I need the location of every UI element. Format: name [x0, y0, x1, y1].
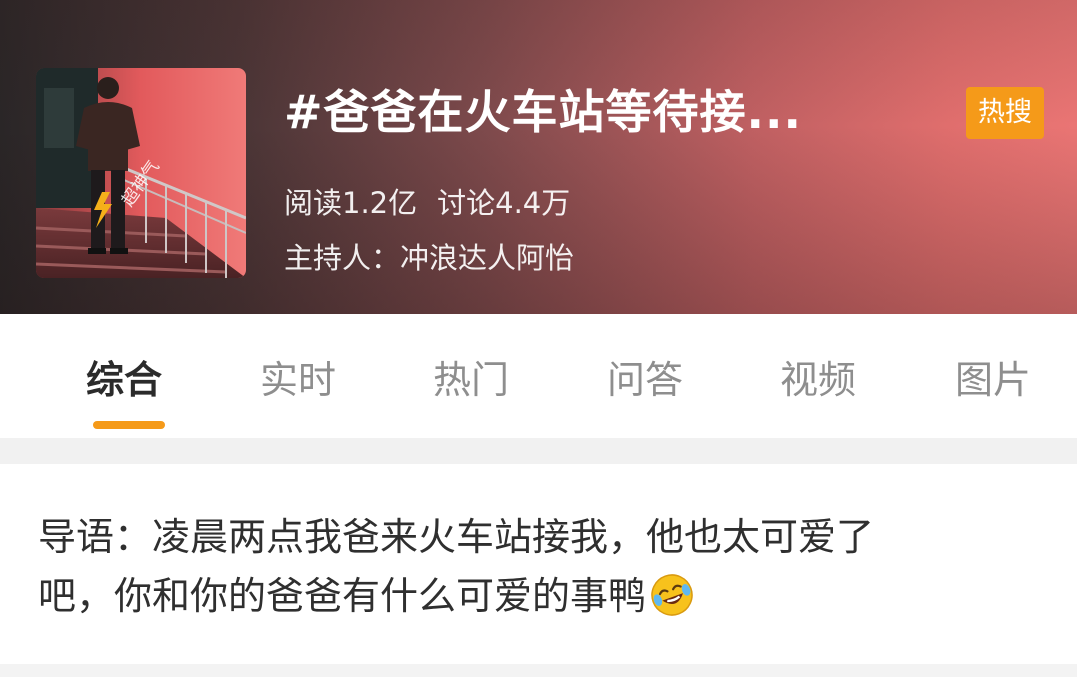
tab-popular[interactable]: 热门	[433, 354, 509, 406]
topic-header-banner: 超神气 #爸爸在火车站等待接... 热搜 阅读1.2亿 讨论4.4万 主持人：冲浪…	[0, 0, 1077, 314]
discussion-count: 讨论4.4万	[437, 186, 571, 220]
tab-video[interactable]: 视频	[780, 354, 856, 406]
topic-intro: 导语：凌晨两点我爸来火车站接我，他也太可爱了 吧，你和你的爸爸有什么可爱的事鸭	[38, 508, 1048, 626]
topic-title: #爸爸在火车站等待接...	[284, 85, 802, 139]
read-count: 阅读1.2亿	[284, 186, 418, 220]
topic-host[interactable]: 主持人：冲浪达人阿怡	[284, 237, 574, 279]
tab-bar: 综合 实时 热门 问答 视频 图片	[0, 314, 1077, 438]
intro-line-2-wrap: 吧，你和你的爸爸有什么可爱的事鸭	[38, 567, 1048, 626]
active-tab-indicator	[93, 421, 165, 429]
tab-qa[interactable]: 问答	[607, 354, 683, 406]
section-divider	[0, 438, 1077, 464]
topic-page: 超神气 #爸爸在火车站等待接... 热搜 阅读1.2亿 讨论4.4万 主持人：冲浪…	[0, 0, 1077, 677]
intro-line-2: 吧，你和你的爸爸有什么可爱的事鸭	[38, 574, 647, 618]
hot-search-badge: 热搜	[966, 87, 1044, 139]
tab-realtime[interactable]: 实时	[260, 354, 336, 406]
intro-line-1: 导语：凌晨两点我爸来火车站接我，他也太可爱了	[38, 515, 875, 559]
tab-pictures[interactable]: 图片	[955, 354, 1031, 406]
topic-stats: 阅读1.2亿 讨论4.4万	[284, 182, 570, 224]
laughing-crying-emoji-icon	[651, 574, 693, 616]
topic-thumbnail[interactable]: 超神气	[36, 68, 246, 278]
tab-comprehensive[interactable]: 综合	[86, 354, 162, 406]
bottom-divider	[0, 664, 1077, 677]
